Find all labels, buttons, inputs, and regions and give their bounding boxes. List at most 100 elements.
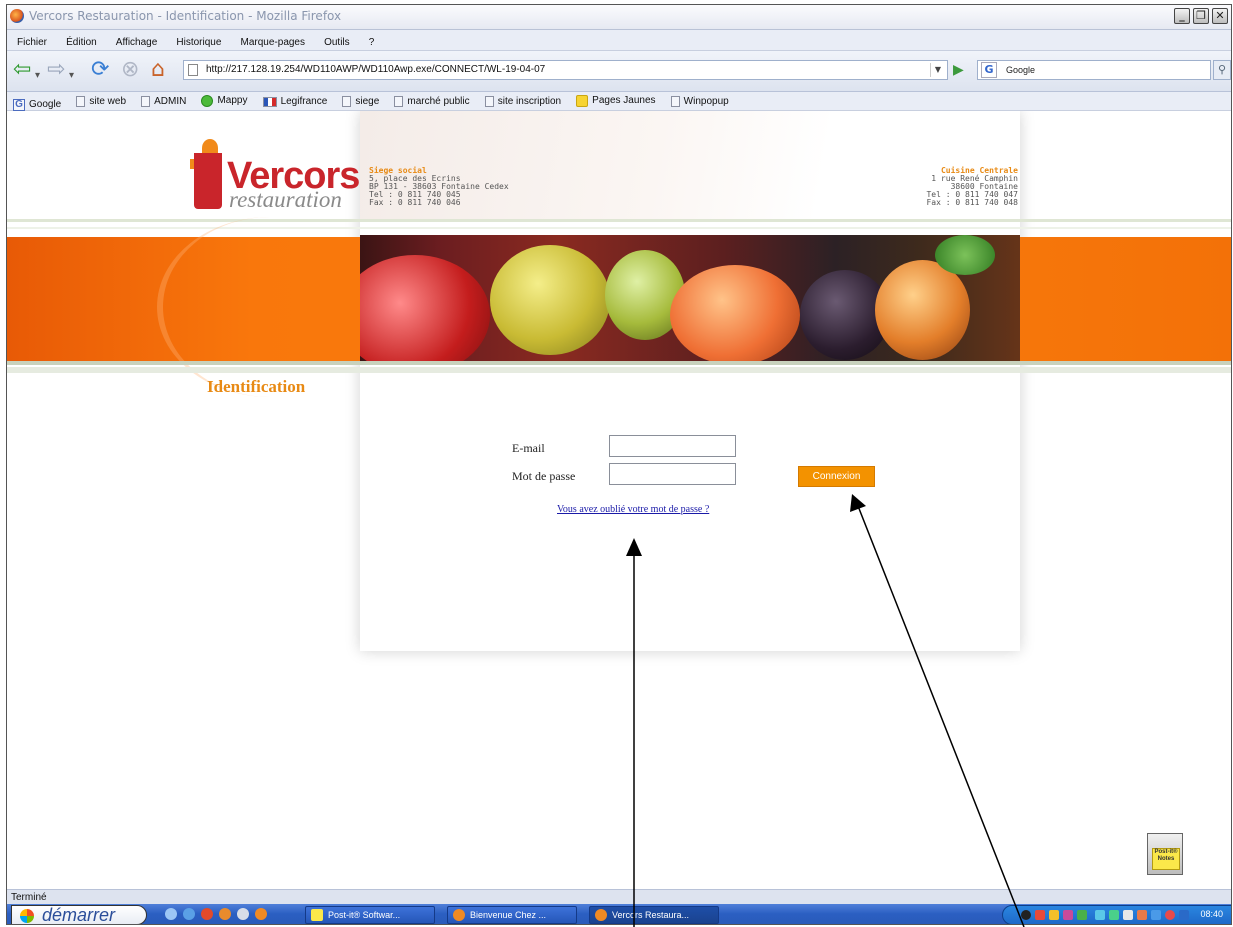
system-tray: 08:40 — [1002, 905, 1231, 924]
firefox-icon[interactable] — [255, 908, 267, 920]
minimize-button[interactable]: _ — [1174, 8, 1190, 24]
divider — [7, 367, 1231, 373]
bookmark-site-web[interactable]: site web — [76, 93, 126, 111]
google-icon[interactable]: G — [981, 62, 997, 78]
logo-subtitle: restauration — [229, 187, 342, 212]
search-box[interactable]: G Google — [977, 60, 1211, 80]
email-field[interactable] — [609, 435, 736, 457]
menu-outils[interactable]: Outils — [320, 33, 354, 53]
quicklaunch-icon[interactable] — [201, 908, 213, 920]
clock: 08:40 — [1200, 909, 1223, 919]
connexion-button[interactable]: Connexion — [798, 466, 875, 487]
menu-marque-pages[interactable]: Marque-pages — [237, 33, 309, 53]
tray-icon[interactable] — [1123, 910, 1133, 920]
bookmark-site-inscription[interactable]: site inscription — [484, 93, 561, 111]
bookmark-mappy[interactable]: Mappy — [201, 92, 247, 110]
firefox-icon — [595, 909, 607, 921]
firefox-icon — [453, 909, 465, 921]
email-label: E-mail — [512, 441, 545, 455]
task-postit[interactable]: Post-it® Softwar... — [305, 906, 435, 924]
quicklaunch-icon[interactable] — [183, 908, 195, 920]
search-icon[interactable]: ⚲ — [1213, 60, 1231, 80]
google-icon: G — [13, 99, 25, 111]
page-icon — [188, 64, 198, 76]
stop-icon[interactable]: ⊗ — [121, 59, 139, 81]
forgot-password-link[interactable]: Vous avez oublié votre mot de passe ? — [557, 504, 709, 515]
back-dropdown-icon[interactable]: ▾ — [35, 65, 40, 87]
navigation-toolbar: ⇦ ▾ ⇨ ▾ ⟳ ⊗ ⌂ http://217.128.19.254/WD11… — [7, 51, 1231, 92]
bookmark-pages-jaunes[interactable]: Pages Jaunes — [576, 92, 656, 110]
divider — [7, 219, 1231, 222]
postit-notes-icon[interactable]: Post-it® Notes — [1147, 833, 1183, 875]
bookmark-legifrance[interactable]: Legifrance — [262, 93, 327, 111]
menu-affichage[interactable]: Affichage — [112, 33, 162, 53]
postit-icon — [311, 909, 323, 921]
bookmark-siege[interactable]: siege — [342, 93, 379, 111]
tray-icon[interactable] — [1021, 910, 1031, 920]
quicklaunch-icon[interactable] — [237, 908, 249, 920]
kitchen-address: Cuisine Centrale 1 rue René Camphin 3860… — [926, 167, 1018, 207]
url-text: http://217.128.19.254/WD110AWP/WD110Awp.… — [206, 64, 546, 75]
address-bar[interactable]: http://217.128.19.254/WD110AWP/WD110Awp.… — [183, 60, 948, 80]
maximize-button[interactable]: ❐ — [1193, 8, 1209, 24]
page-icon — [141, 96, 151, 107]
tray-icon[interactable] — [1035, 910, 1045, 920]
go-icon[interactable]: ▶ — [953, 60, 971, 80]
quicklaunch-icon[interactable] — [219, 908, 231, 920]
page-icon — [342, 96, 352, 107]
password-label: Mot de passe — [512, 469, 576, 483]
home-icon[interactable]: ⌂ — [151, 59, 165, 81]
tray-icon[interactable] — [1179, 910, 1189, 920]
tray-icon[interactable] — [1165, 910, 1175, 920]
browser-window: Vercors Restauration - Identification - … — [6, 4, 1232, 925]
page-title: Identification — [207, 377, 306, 396]
menu-historique[interactable]: Historique — [172, 33, 225, 53]
windows-logo-icon — [20, 909, 34, 923]
page-icon — [394, 96, 404, 107]
bookmark-admin[interactable]: ADMIN — [141, 93, 186, 111]
tray-icon[interactable] — [1137, 910, 1147, 920]
forward-dropdown-icon[interactable]: ▾ — [69, 65, 74, 87]
tray-icon[interactable] — [1095, 910, 1105, 920]
tray-icon[interactable] — [1049, 910, 1059, 920]
task-vercors[interactable]: Vercors Restaura... — [589, 906, 719, 924]
start-label: démarrer — [42, 905, 116, 925]
quicklaunch-icon[interactable] — [165, 908, 177, 920]
bookmark-winpopup[interactable]: Winpopup — [670, 93, 729, 111]
tray-icon[interactable] — [1063, 910, 1073, 920]
bookmarks-bar: G Google site web ADMIN Mappy Legifrance … — [7, 92, 1231, 111]
back-icon[interactable]: ⇦ — [13, 59, 31, 81]
tray-icon[interactable] — [1109, 910, 1119, 920]
taskbar: démarrer Post-it® Softwar... Bienvenue C… — [7, 904, 1231, 925]
page-icon — [484, 96, 494, 107]
divider — [7, 361, 1231, 365]
menu-help[interactable]: ? — [365, 33, 379, 53]
page-icon — [670, 96, 680, 107]
hq-address: Siege social 5, place des Ecrins BP 131 … — [369, 167, 509, 207]
page-icon — [76, 96, 86, 107]
page-content: Vercors restauration Siege social 5, pla… — [7, 111, 1231, 889]
menu-edition[interactable]: Édition — [62, 33, 101, 53]
flag-icon — [262, 97, 277, 107]
close-button[interactable]: ✕ — [1212, 8, 1228, 24]
search-placeholder: Google — [1006, 65, 1036, 75]
task-bienvenue[interactable]: Bienvenue Chez ... — [447, 906, 577, 924]
tray-icon[interactable] — [1077, 910, 1087, 920]
forward-icon[interactable]: ⇨ — [47, 59, 65, 81]
start-button[interactable]: démarrer — [11, 905, 147, 925]
kitchen-line: Fax : 0 811 740 048 — [926, 198, 1018, 207]
window-controls: _ ❐ ✕ — [1174, 8, 1228, 24]
fruit-skewer-image — [360, 235, 1020, 361]
pages-jaunes-icon — [576, 95, 589, 107]
window-title: Vercors Restauration - Identification - … — [29, 9, 342, 23]
menu-fichier[interactable]: Fichier — [13, 33, 51, 53]
password-field[interactable] — [609, 463, 736, 485]
mappy-icon — [201, 95, 214, 107]
url-dropdown-icon[interactable]: ▼ — [930, 63, 945, 77]
tray-icon[interactable] — [1151, 910, 1161, 920]
reload-icon[interactable]: ⟳ — [91, 59, 109, 81]
bookmark-marche-public[interactable]: marché public — [394, 93, 470, 111]
hq-line: Fax : 0 811 740 046 — [369, 198, 461, 207]
title-bar: Vercors Restauration - Identification - … — [7, 5, 1231, 30]
divider — [7, 227, 1231, 229]
